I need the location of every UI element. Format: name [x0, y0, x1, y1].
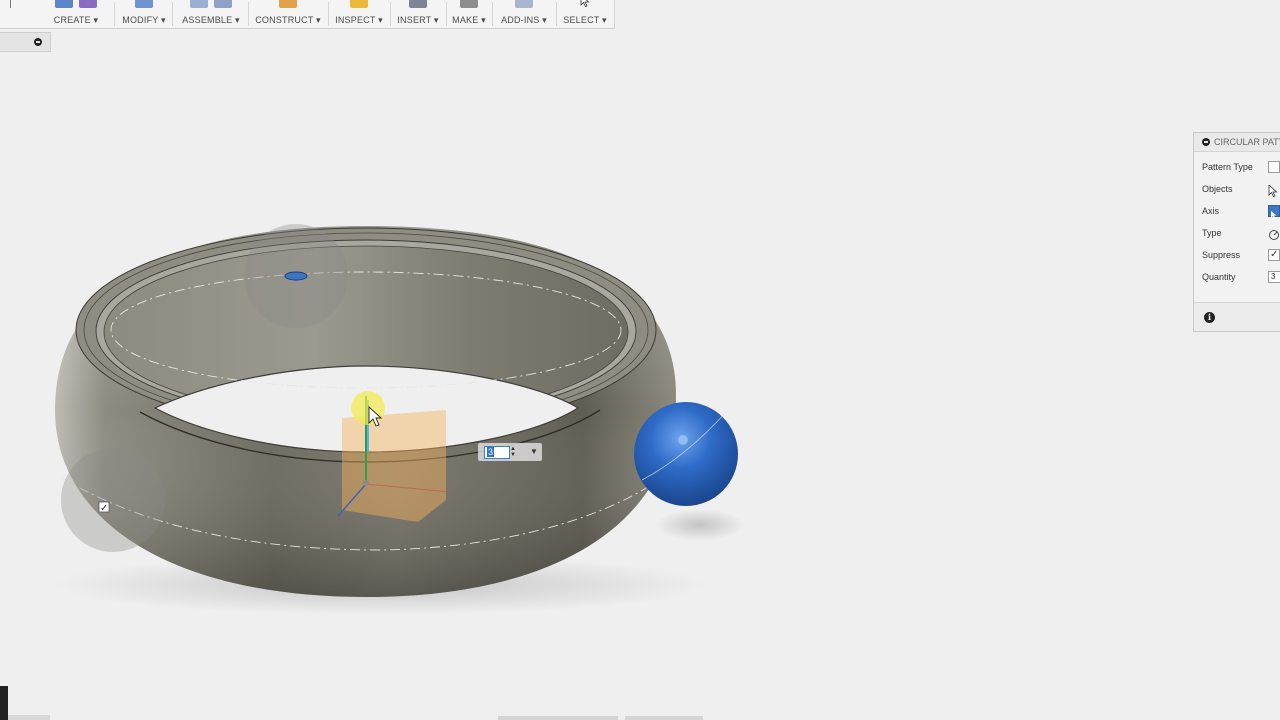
- dialog-header[interactable]: CIRCULAR PATT: [1194, 133, 1280, 152]
- objects-select-icon[interactable]: [1268, 183, 1280, 198]
- sphere-highlight: [678, 435, 688, 445]
- pattern-type-label: Pattern Type: [1202, 162, 1253, 172]
- timeline-edge: [0, 686, 8, 720]
- 3d-viewport[interactable]: ✓ 3 ▲ ▼ ▼: [0, 50, 1190, 720]
- point-marker-top[interactable]: [284, 271, 308, 281]
- info-icon[interactable]: i: [1204, 312, 1215, 323]
- quantity-label: Quantity: [1202, 272, 1236, 282]
- objects-row: Objects: [1194, 178, 1280, 200]
- quantity-heads-up-input[interactable]: 3 ▲ ▼ ▼: [478, 443, 542, 461]
- pattern-type-row: Pattern Type: [1194, 156, 1280, 178]
- type-row: Type: [1194, 222, 1280, 244]
- bottom-toolbar-segment[interactable]: [625, 716, 703, 720]
- quantity-dropdown-icon[interactable]: ▼: [530, 447, 538, 456]
- bottom-toolbar-segment[interactable]: [498, 716, 618, 720]
- type-label: Type: [1202, 228, 1222, 238]
- circular-pattern-dialog: CIRCULAR PATT Pattern Type Objects Axis …: [1193, 132, 1280, 332]
- pattern-instance-check: ✓: [100, 503, 108, 514]
- quantity-value: 3: [487, 447, 495, 457]
- blue-sphere-body[interactable]: [634, 402, 738, 506]
- objects-label: Objects: [1202, 184, 1233, 194]
- selection-disc-left: [61, 448, 165, 552]
- suppress-row: Suppress ✓: [1194, 244, 1280, 266]
- pattern-type-dropdown[interactable]: [1268, 161, 1280, 173]
- suppress-checkbox[interactable]: ✓: [1268, 249, 1280, 261]
- axis-origin-point[interactable]: [363, 480, 369, 486]
- quantity-input[interactable]: 3: [484, 446, 510, 459]
- quantity-field[interactable]: 3: [1268, 271, 1280, 283]
- dialog-title: CIRCULAR PATT: [1214, 137, 1280, 147]
- quantity-row: Quantity 3: [1194, 266, 1280, 288]
- collapse-icon[interactable]: [1202, 138, 1210, 146]
- dialog-footer: i: [1194, 302, 1280, 331]
- axis-bounding-box: [342, 410, 446, 522]
- model-canvas[interactable]: ✓: [0, 0, 1190, 720]
- bottom-panel-tab[interactable]: [8, 715, 50, 720]
- sphere-shadow: [655, 509, 745, 541]
- quantity-spinner-icon[interactable]: ▲ ▼: [510, 446, 516, 458]
- type-rotate-icon[interactable]: [1268, 227, 1280, 240]
- axis-row: Axis: [1194, 200, 1280, 222]
- axis-label: Axis: [1202, 206, 1220, 216]
- cursor-highlight: [351, 391, 385, 425]
- suppress-label: Suppress: [1202, 250, 1241, 260]
- axis-select-icon[interactable]: [1268, 205, 1280, 219]
